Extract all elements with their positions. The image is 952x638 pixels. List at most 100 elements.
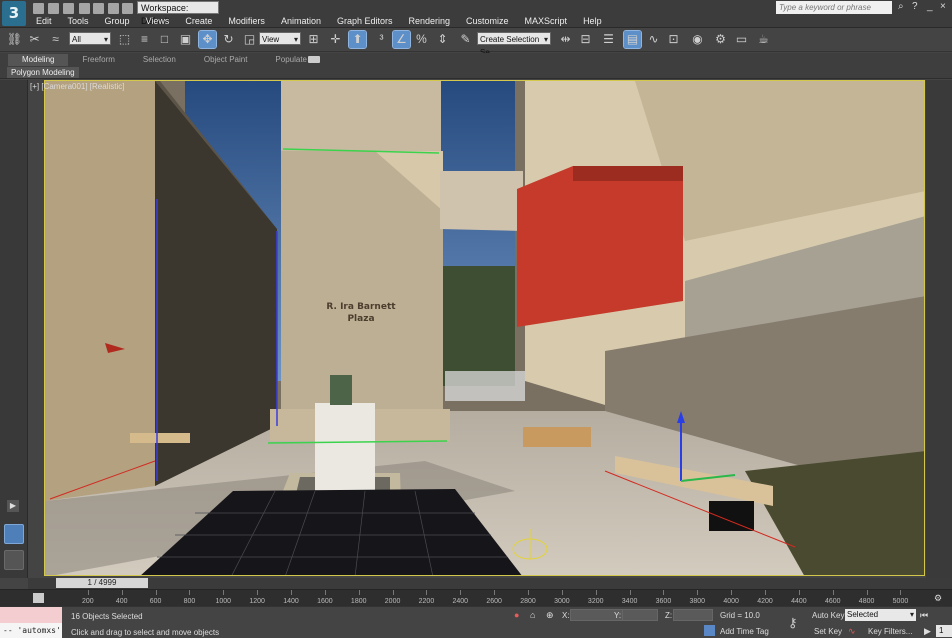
quad-viewport-layout-icon[interactable] <box>4 550 24 570</box>
select-and-manipulate-icon[interactable]: ✛ <box>327 31 344 48</box>
select-and-link-icon[interactable]: ⛓ <box>6 31 23 48</box>
menu-views[interactable]: Views <box>138 15 178 28</box>
track-ruler[interactable]: 200 400 600 800 1000 1200 1400 1600 1800 2000 2200… <box>66 590 926 607</box>
window-crossing-icon[interactable]: ▣ <box>177 31 194 48</box>
align-icon[interactable]: ⊟ <box>577 31 594 48</box>
menu-group[interactable]: Group <box>97 15 138 28</box>
render-production-icon[interactable]: ☕ <box>755 31 772 48</box>
track-tick-label: 3800 <box>689 598 706 605</box>
search-input[interactable]: Type a keyword or phrase <box>776 1 892 14</box>
scene-explorer-icon[interactable]: ▤ <box>623 30 642 49</box>
track-tick-label: 2000 <box>384 598 401 605</box>
tab-freeform[interactable]: Freeform <box>68 54 128 66</box>
save-icon[interactable] <box>63 3 74 14</box>
app-logo-icon[interactable]: 3 <box>2 1 26 26</box>
select-and-move-icon[interactable]: ✥ <box>198 30 217 49</box>
viewport-label[interactable]: [+] [Camera001] [Realistic] <box>30 82 124 91</box>
search-icon[interactable]: ⌕ <box>898 2 908 12</box>
maxscript-input[interactable]: -- 'automxs' <box>0 623 62 638</box>
angle-snap-icon[interactable]: ∠ <box>392 30 411 49</box>
minimize-icon[interactable]: _ <box>927 2 937 12</box>
quick-access-dropdown-icon[interactable] <box>122 3 133 14</box>
mini-curve-editor-icon[interactable] <box>33 593 44 603</box>
rectangular-selection-icon[interactable]: □ <box>156 31 173 48</box>
y-coordinate-field[interactable] <box>622 609 658 621</box>
curve-editor-icon[interactable]: ∿ <box>645 31 662 48</box>
select-by-name-icon[interactable]: ≡ <box>136 31 153 48</box>
percent-snap-icon[interactable]: % <box>413 31 430 48</box>
key-filter-curve-icon[interactable]: ∿ <box>848 627 857 636</box>
time-config-icon[interactable]: ▶ <box>924 627 933 636</box>
render-setup-icon[interactable]: ⚙ <box>712 31 729 48</box>
reference-coordinate-dropdown[interactable]: View <box>259 32 301 46</box>
select-object-icon[interactable]: ⬚ <box>116 31 133 48</box>
isolate-selection-icon[interactable]: ● <box>514 611 523 620</box>
absolute-mode-icon[interactable]: ⊕ <box>546 611 555 620</box>
key-mode-dropdown[interactable]: Selected <box>845 609 916 621</box>
menu-customize[interactable]: Customize <box>458 15 517 28</box>
rendered-frame-window-icon[interactable]: ▭ <box>733 31 750 48</box>
time-slider[interactable]: 1 / 4999 <box>28 578 952 589</box>
select-and-rotate-icon[interactable]: ↻ <box>220 31 237 48</box>
trees <box>440 266 515 386</box>
auto-key-button[interactable]: Auto Key <box>812 611 844 620</box>
polygon-modeling-panel[interactable]: Polygon Modeling <box>7 67 79 78</box>
unlink-selection-icon[interactable]: ✂ <box>26 31 43 48</box>
track-bar[interactable]: 200 400 600 800 1000 1200 1400 1600 1800 2000 2200… <box>0 589 952 606</box>
pivot-point-center-icon[interactable]: ⊞ <box>305 31 322 48</box>
viewport-layout-panel: ▶ <box>0 80 28 578</box>
add-time-tag-button[interactable]: Add Time Tag <box>720 627 769 636</box>
maxscript-listener[interactable] <box>0 607 62 623</box>
redo-icon[interactable] <box>93 3 104 14</box>
help-icon[interactable]: ? <box>912 2 922 12</box>
single-viewport-layout-icon[interactable] <box>4 524 24 544</box>
menu-graph-editors[interactable]: Graph Editors <box>329 15 401 28</box>
layer-explorer-icon[interactable]: ☰ <box>600 31 617 48</box>
menu-create[interactable]: Create <box>177 15 220 28</box>
workspace-dropdown[interactable]: Workspace: Default <box>137 1 219 26</box>
project-folder-icon[interactable] <box>108 3 119 14</box>
snaps-toggle-icon[interactable]: ³ <box>373 31 390 48</box>
menu-help[interactable]: Help <box>575 15 610 28</box>
time-tag-icon[interactable] <box>704 625 715 636</box>
named-selection-dropdown[interactable]: Create Selection Se <box>477 32 551 57</box>
material-editor-icon[interactable]: ◉ <box>689 31 706 48</box>
bench-center <box>523 427 591 447</box>
undo-icon[interactable] <box>79 3 90 14</box>
camera-viewport[interactable]: R. Ira Barnett Plaza <box>44 80 925 576</box>
set-key-icon[interactable]: ⚷ <box>788 615 798 631</box>
close-icon[interactable]: × <box>940 2 950 12</box>
go-to-start-icon[interactable]: ⏮ <box>920 611 929 620</box>
z-coordinate-field[interactable] <box>673 609 713 621</box>
ribbon-minimize-toggle-icon[interactable] <box>308 56 320 63</box>
track-tick-label: 1800 <box>350 598 367 605</box>
selection-lock-icon[interactable]: ⌂ <box>530 611 539 620</box>
expand-arrow-icon[interactable]: ▶ <box>7 500 19 512</box>
time-slider-thumb[interactable]: 1 / 4999 <box>56 578 148 588</box>
open-file-icon[interactable] <box>48 3 59 14</box>
spinner-snap-icon[interactable]: ⇕ <box>434 31 451 48</box>
current-frame-field[interactable]: 1 <box>936 625 952 637</box>
set-key-button[interactable]: Set Key <box>814 627 842 636</box>
select-and-scale-icon[interactable]: ◲ <box>241 31 258 48</box>
menu-modifiers[interactable]: Modifiers <box>220 15 273 28</box>
tab-modeling[interactable]: Modeling <box>8 54 69 66</box>
schematic-view-icon[interactable]: ⊡ <box>665 31 682 48</box>
menu-animation[interactable]: Animation <box>273 15 329 28</box>
new-file-icon[interactable] <box>33 3 44 14</box>
menu-edit[interactable]: Edit <box>28 15 60 28</box>
edit-named-selection-icon[interactable]: ✎ <box>457 31 474 48</box>
tab-object-paint[interactable]: Object Paint <box>190 54 262 66</box>
track-bar-options-icon[interactable]: ⚙ <box>934 593 946 603</box>
menu-maxscript[interactable]: MAXScript <box>517 15 576 28</box>
bind-to-space-warp-icon[interactable]: ≈ <box>47 31 64 48</box>
selection-filter-dropdown[interactable]: All <box>69 32 111 46</box>
red-balcony <box>517 166 683 327</box>
menu-rendering[interactable]: Rendering <box>401 15 459 28</box>
keyboard-shortcut-override-icon[interactable]: ⬆ <box>348 30 367 49</box>
mirror-icon[interactable]: ⇹ <box>557 31 574 48</box>
tab-selection[interactable]: Selection <box>129 54 190 66</box>
key-filters-button[interactable]: Key Filters... <box>868 627 912 636</box>
menu-tools[interactable]: Tools <box>60 15 97 28</box>
track-tick-mark <box>561 590 563 595</box>
